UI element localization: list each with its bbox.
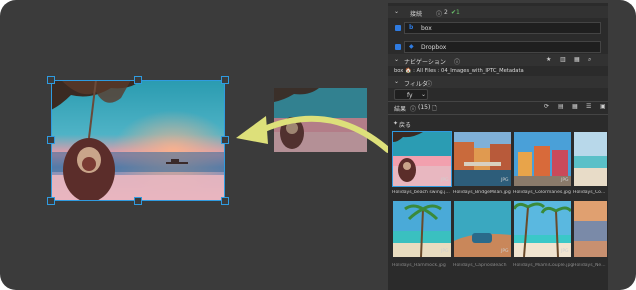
thumbnail-item[interactable]: JPG: [392, 200, 452, 258]
back-arrow-icon[interactable]: ✦: [393, 120, 398, 127]
breadcrumb[interactable]: box 🏠 : All Files : 04_Images_with_IPTC_…: [394, 68, 524, 74]
thumbnail-item[interactable]: [573, 131, 608, 187]
file-type-badge: JPG: [501, 178, 509, 183]
info-icon: ⓘ: [454, 59, 461, 66]
service-dropbox-checkbox[interactable]: [395, 44, 401, 50]
file-type-badge: JPG: [561, 249, 569, 254]
info-icon: ⓘ: [426, 81, 433, 88]
chevron-down-icon: ⌄: [394, 78, 400, 85]
section-connection-title: 接続: [410, 11, 423, 18]
thumbnail-item[interactable]: JPG: [453, 200, 512, 258]
filter-select-value: fy: [407, 92, 413, 99]
results-label: 結果: [394, 106, 407, 113]
filter-select[interactable]: fy ⌄: [394, 89, 428, 100]
divider: [388, 101, 608, 102]
thumbnail-caption: Holidays_Co...: [573, 190, 606, 195]
thumbnail-caption: Holidays_BridgeMilan.jpg: [453, 190, 511, 195]
thumbnail-item[interactable]: JPG: [513, 131, 572, 187]
connection-count: 2: [444, 9, 448, 16]
info-icon: ⓘ: [410, 106, 417, 113]
info-icon: ⓘ: [436, 11, 443, 18]
file-type-badge: JPG: [441, 249, 449, 254]
cloud-storage-panel: ⌄ 接続 ⓘ 2 ✔1 box b ◆ Dropbox ⌄ ナビゲーション ⓘ …: [388, 3, 608, 290]
back-link[interactable]: 戻る: [399, 120, 411, 129]
thumbnail-caption: Holidays_Colormanes.jpg: [513, 190, 571, 195]
service-dropbox-field[interactable]: ◆ Dropbox: [404, 41, 601, 53]
search-icon[interactable]: ⌕: [588, 56, 591, 64]
section-navigation-header[interactable]: ⌄ ナビゲーション ⓘ ★ ▥ ▦ ⌕: [388, 54, 608, 66]
section-filter-title: フィルタ: [404, 81, 428, 88]
thumbnail-item[interactable]: JPG: [513, 200, 572, 258]
thumbnail-item[interactable]: JPG: [453, 131, 512, 187]
grid-icon[interactable]: ▦: [574, 56, 580, 63]
file-type-badge: JPG: [501, 249, 509, 254]
document-icon: 🗋: [432, 105, 437, 112]
box-logo-icon: b: [409, 24, 414, 31]
chevron-down-icon: ⌄: [421, 91, 427, 98]
divider: [388, 114, 608, 115]
view-list-icon[interactable]: ☰: [586, 103, 591, 110]
view-detail-icon[interactable]: ▣: [600, 103, 606, 110]
trash-icon[interactable]: ▥: [560, 56, 566, 63]
thumbnail-caption: Holidays_Hammock.jpg: [392, 263, 446, 268]
file-type-badge: JPG: [441, 178, 449, 183]
refresh-icon[interactable]: ⟳: [544, 103, 549, 110]
thumbnail-item[interactable]: [573, 200, 608, 258]
results-count: (15): [418, 104, 431, 111]
thumbnail-caption: Holidays_Ne...: [573, 263, 606, 268]
service-box-checkbox[interactable]: [395, 25, 401, 31]
service-dropbox-name: Dropbox: [421, 44, 447, 51]
app-window: ⌄ 接続 ⓘ 2 ✔1 box b ◆ Dropbox ⌄ ナビゲーション ⓘ …: [0, 0, 636, 290]
thumbnail-caption: Holidays_MiamiCouple.jpg: [513, 263, 573, 268]
service-box-field[interactable]: box b: [404, 22, 601, 34]
service-box-name: box: [421, 25, 432, 32]
file-type-badge: JPG: [561, 178, 569, 183]
chevron-down-icon: ⌄: [394, 8, 400, 15]
connection-ok-count: ✔1: [451, 9, 460, 16]
section-filter-header[interactable]: ⌄ フィルタ ⓘ: [388, 76, 608, 88]
section-navigation-title: ナビゲーション: [404, 59, 446, 66]
thumbnail-item[interactable]: JPG: [392, 131, 452, 187]
star-icon[interactable]: ★: [546, 56, 551, 63]
thumbnail-caption: Holidays_CapriosBeach: [453, 263, 507, 268]
view-large-icon[interactable]: ▤: [558, 103, 564, 110]
section-connection-header[interactable]: ⌄ 接続 ⓘ 2 ✔1: [388, 6, 608, 18]
thumbnail-caption: Holidays_beach swing.j...: [392, 190, 450, 195]
view-grid-icon[interactable]: ▦: [572, 103, 578, 110]
dropbox-logo-icon: ◆: [409, 43, 414, 50]
chevron-down-icon: ⌄: [394, 56, 400, 63]
